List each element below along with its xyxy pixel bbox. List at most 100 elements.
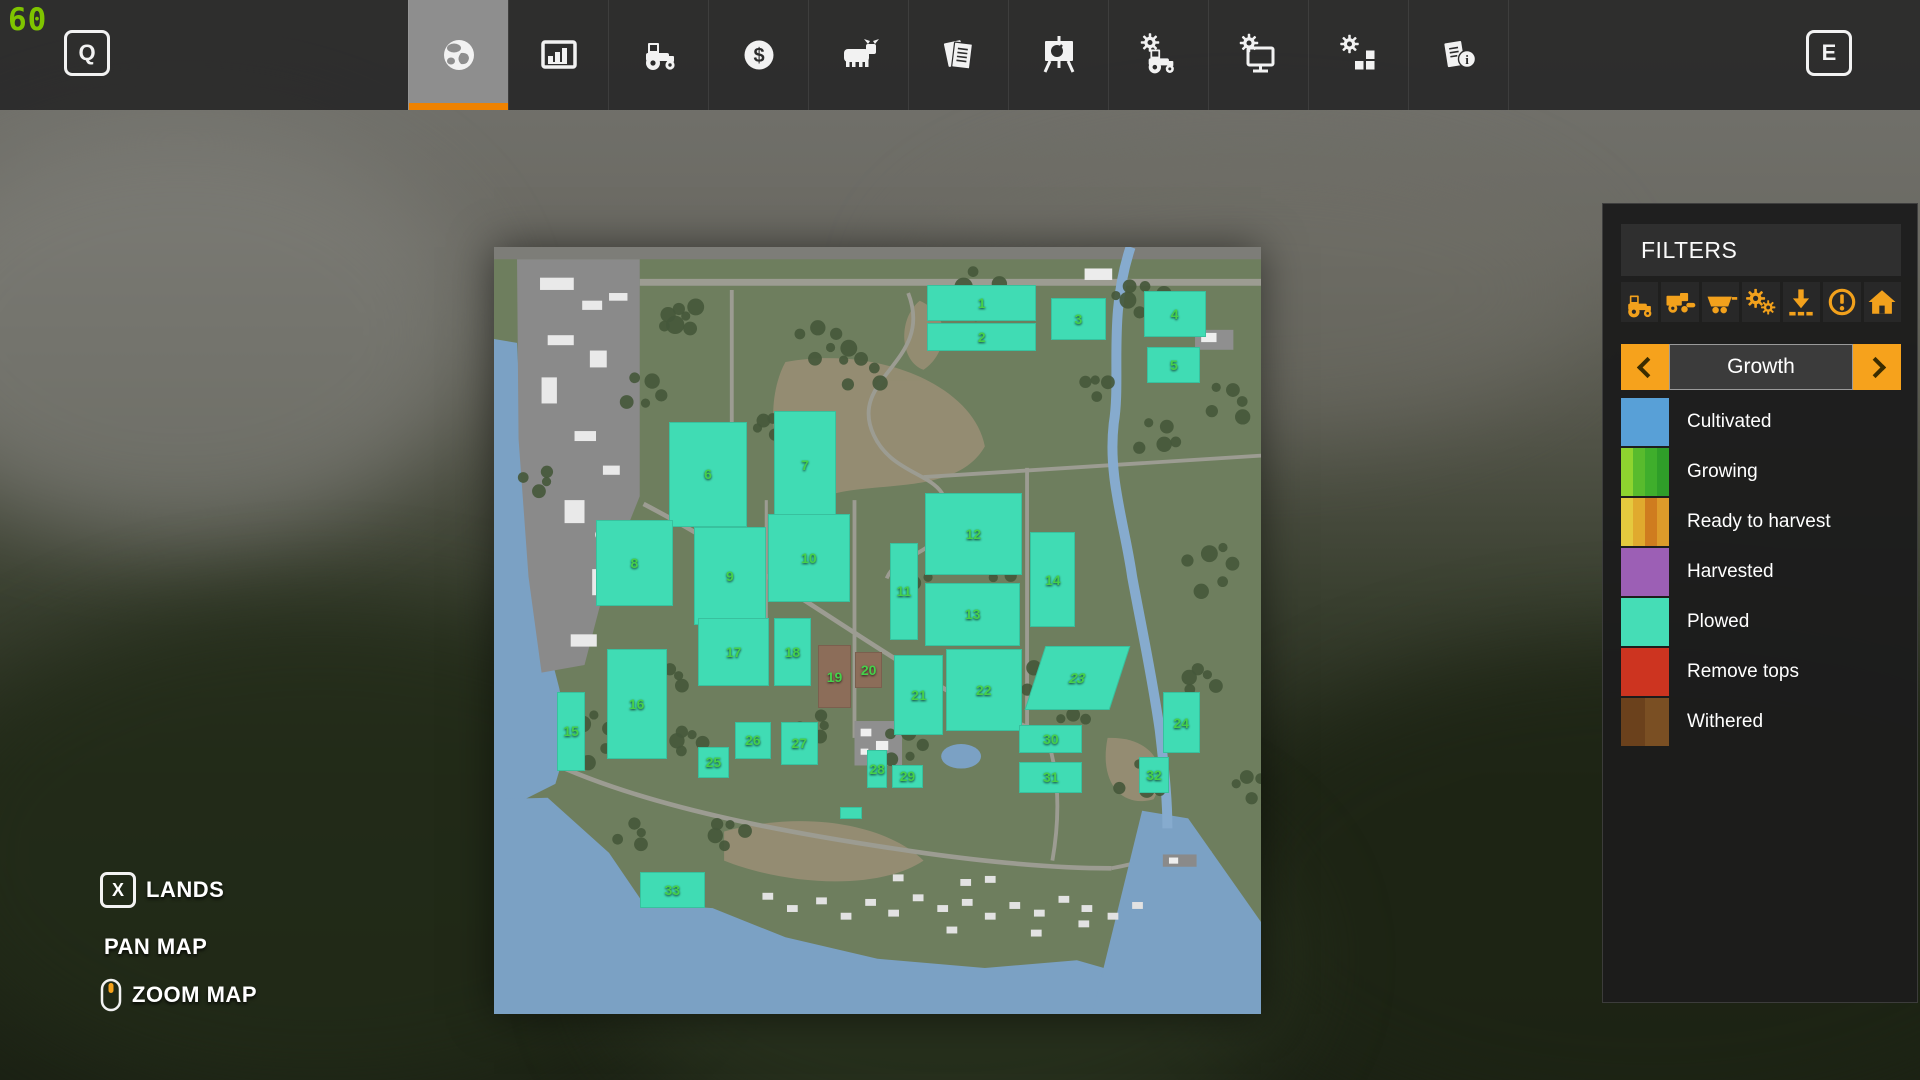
field-9[interactable]: 9 <box>694 527 765 625</box>
field-4[interactable]: 4 <box>1144 291 1206 337</box>
field-31[interactable]: 31 <box>1019 762 1082 793</box>
field-number: 29 <box>900 768 916 784</box>
tab-animals-cow[interactable] <box>808 0 908 110</box>
field-number: 26 <box>745 732 761 748</box>
field-14[interactable]: 14 <box>1030 532 1075 627</box>
filter-house-button[interactable] <box>1864 282 1901 322</box>
field-13[interactable]: 13 <box>925 583 1020 646</box>
field-number: 23 <box>1067 670 1088 686</box>
legend-row: Ready to harvest <box>1621 498 1901 546</box>
filter-icon-row <box>1621 282 1901 322</box>
tab-general-settings-blocks[interactable] <box>1308 0 1408 110</box>
prev-menu-key-hint: Q <box>64 30 110 76</box>
field-28[interactable]: 28 <box>867 750 888 788</box>
menu-tab-bar: $i <box>408 0 1509 110</box>
tractor-icon <box>1622 284 1658 320</box>
legend-swatch <box>1621 648 1669 696</box>
field-11[interactable]: 11 <box>890 543 918 640</box>
field-plot[interactable] <box>840 807 862 819</box>
legend-row: Growing <box>1621 448 1901 496</box>
tab-contracts-documents[interactable] <box>908 0 1008 110</box>
field-21[interactable]: 21 <box>894 655 943 735</box>
overlay-next-button[interactable] <box>1853 344 1901 390</box>
field-22[interactable]: 22 <box>946 649 1022 731</box>
legend-swatch <box>1621 498 1669 546</box>
tab-vehicle-settings-gear[interactable] <box>1108 0 1208 110</box>
filter-tractor-button[interactable] <box>1621 282 1658 322</box>
legend-label: Harvested <box>1687 561 1774 583</box>
field-15[interactable]: 15 <box>557 692 585 771</box>
tab-production-easel[interactable] <box>1008 0 1108 110</box>
filter-warning-button[interactable] <box>1823 282 1860 322</box>
filter-gears-button[interactable] <box>1742 282 1779 322</box>
help-info-icon: i <box>1435 31 1483 79</box>
tab-help-info[interactable]: i <box>1408 0 1509 110</box>
field-number: 24 <box>1173 715 1189 731</box>
legend-row: Remove tops <box>1621 648 1901 696</box>
legend-swatch <box>1621 448 1669 496</box>
tab-finances-dollar[interactable]: $ <box>708 0 808 110</box>
zoom-map-hint: ZOOM MAP <box>100 978 257 1012</box>
field-number: 10 <box>801 550 817 566</box>
legend-swatch <box>1621 598 1669 646</box>
lands-label: LANDS <box>146 877 224 903</box>
game-settings-monitor-icon <box>1235 31 1283 79</box>
overlay-prev-button[interactable] <box>1621 344 1669 390</box>
field-27[interactable]: 27 <box>781 722 818 765</box>
field-number: 28 <box>869 761 885 777</box>
field-8[interactable]: 8 <box>596 520 673 606</box>
legend-label: Growing <box>1687 461 1758 483</box>
field-3[interactable]: 3 <box>1051 298 1106 340</box>
field-number: 12 <box>966 526 982 542</box>
tab-map-globe[interactable] <box>408 0 508 110</box>
field-30[interactable]: 30 <box>1019 725 1082 753</box>
filter-download-button[interactable] <box>1783 282 1820 322</box>
field-number: 30 <box>1043 731 1059 747</box>
field-10[interactable]: 10 <box>768 514 850 602</box>
field-29[interactable]: 29 <box>892 765 923 788</box>
overlay-current-label: Growth <box>1669 344 1853 390</box>
chevron-right-icon <box>1864 356 1885 377</box>
field-25[interactable]: 25 <box>698 747 729 778</box>
legend-row: Harvested <box>1621 548 1901 596</box>
map-terrain <box>494 247 1261 1014</box>
growth-legend: Cultivated Growing Ready to harvest Harvest… <box>1621 398 1901 746</box>
field-26[interactable]: 26 <box>735 722 771 759</box>
field-32[interactable]: 32 <box>1139 757 1169 793</box>
field-17[interactable]: 17 <box>698 618 769 686</box>
field-1[interactable]: 1 <box>927 285 1036 321</box>
legend-row: Cultivated <box>1621 398 1901 446</box>
world-map[interactable]: 1234567891011121314151617181920212223242… <box>494 247 1261 1014</box>
field-number: 16 <box>629 696 645 712</box>
control-hints: X LANDS PAN MAP ZOOM MAP <box>100 872 257 1012</box>
next-menu-key-hint: E <box>1806 30 1852 76</box>
field-18[interactable]: 18 <box>774 618 811 686</box>
download-icon <box>1783 284 1819 320</box>
gears-icon <box>1743 284 1779 320</box>
legend-label: Cultivated <box>1687 411 1772 433</box>
tab-statistics-chart[interactable] <box>508 0 608 110</box>
field-number: 14 <box>1045 572 1061 588</box>
legend-label: Ready to harvest <box>1687 511 1831 533</box>
field-33[interactable]: 33 <box>640 872 705 908</box>
field-24[interactable]: 24 <box>1163 692 1200 753</box>
legend-row: Withered <box>1621 698 1901 746</box>
tab-game-settings-monitor[interactable] <box>1208 0 1308 110</box>
field-number: 2 <box>978 329 986 345</box>
field-19[interactable]: 19 <box>818 645 852 708</box>
field-16[interactable]: 16 <box>607 649 667 759</box>
field-number: 18 <box>785 644 801 660</box>
field-number: 9 <box>726 568 734 584</box>
filter-trailer-button[interactable] <box>1702 282 1739 322</box>
field-2[interactable]: 2 <box>927 323 1036 351</box>
field-7[interactable]: 7 <box>774 411 836 519</box>
field-5[interactable]: 5 <box>1147 347 1200 383</box>
filter-harvester-button[interactable] <box>1661 282 1698 322</box>
tab-vehicles-tractor[interactable] <box>608 0 708 110</box>
statistics-chart-icon <box>535 31 583 79</box>
field-number: 20 <box>861 662 877 678</box>
field-20[interactable]: 20 <box>855 652 882 688</box>
field-6[interactable]: 6 <box>669 422 747 527</box>
field-number: 3 <box>1075 311 1083 327</box>
field-12[interactable]: 12 <box>925 493 1022 574</box>
